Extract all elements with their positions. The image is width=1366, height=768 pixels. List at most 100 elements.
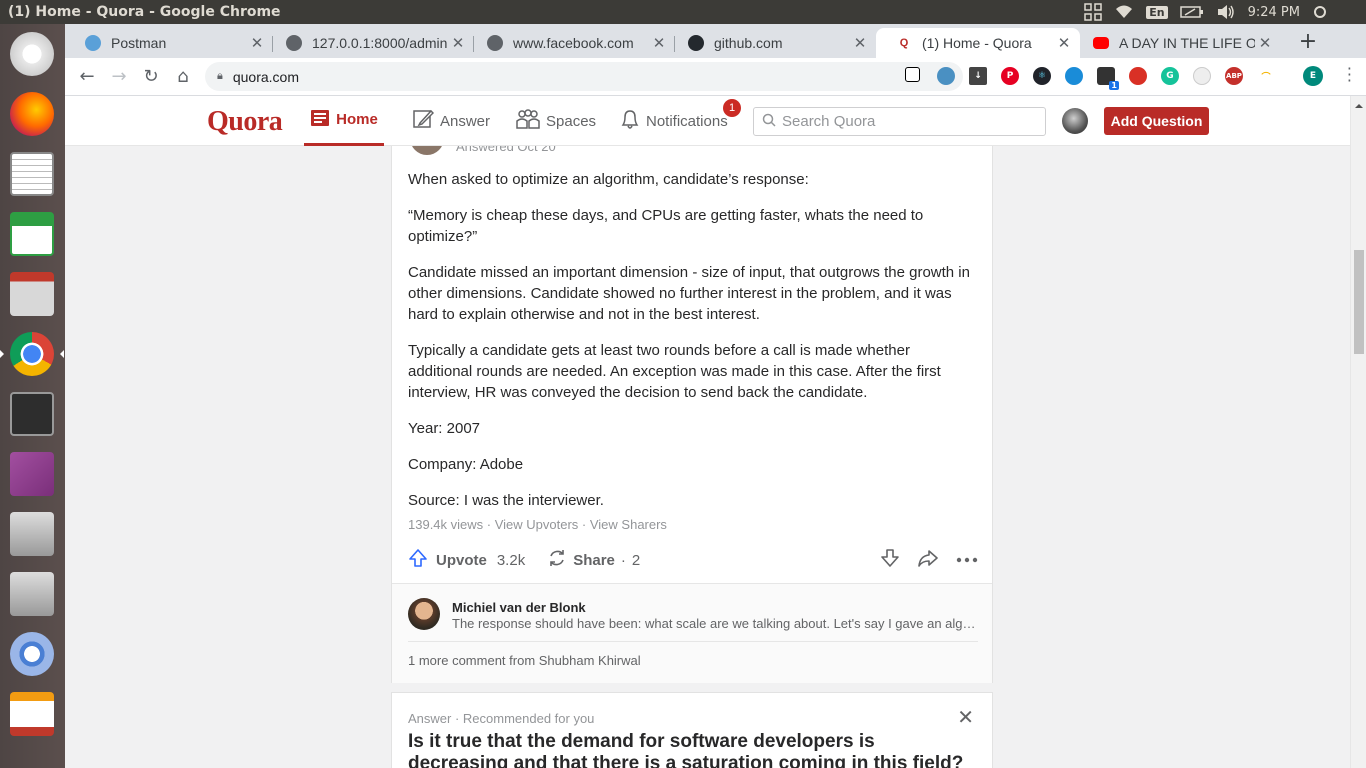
terminal-icon[interactable]	[6, 388, 58, 440]
quora-header: Quora Home Answer Spaces Notifications 1…	[65, 96, 1350, 146]
share-cycle-icon	[547, 548, 567, 572]
search-input[interactable]: Search Quora	[753, 107, 1046, 136]
view-upvoters-link[interactable]: View Upvoters	[495, 517, 579, 532]
extension-drop-icon[interactable]	[1065, 67, 1083, 85]
comment-text[interactable]: The response should have been: what scal…	[452, 616, 978, 631]
nav-home-label: Home	[336, 111, 378, 128]
tab-quora[interactable]: Q (1) Home - Quora ✕	[876, 28, 1080, 58]
answer-paragraph: Company: Adobe	[408, 456, 524, 473]
extension-cube-icon[interactable]	[905, 67, 920, 82]
browser-menu-icon[interactable]: · · ·	[1347, 61, 1352, 89]
adblock-plus-icon[interactable]: ABP	[1225, 67, 1243, 85]
address-bar[interactable]: 🔒︎ quora.com ☆	[205, 62, 963, 91]
scroll-up-arrow-icon[interactable]	[1355, 100, 1363, 108]
back-icon[interactable]: ←	[71, 61, 103, 93]
close-icon[interactable]: ✕	[649, 34, 669, 52]
pinterest-icon[interactable]: P	[1001, 67, 1019, 85]
answer-paragraph: “Memory is cheap these days, and CPUs ar…	[408, 207, 924, 245]
view-sharers-link[interactable]: View Sharers	[590, 517, 667, 532]
extension-circle-icon[interactable]	[1193, 67, 1211, 85]
more-comments-link[interactable]: 1 more comment from Shubham Khirwal	[408, 653, 641, 668]
extension-badge-icon[interactable]: 1	[1097, 67, 1119, 90]
upvote-button[interactable]: Upvote 3.2k	[408, 548, 525, 572]
notifications-count-badge: 1	[723, 99, 741, 117]
url-text[interactable]: quora.com	[233, 69, 939, 85]
battery-icon[interactable]	[1179, 5, 1204, 19]
tab-title: A DAY IN THE LIFE O	[1119, 35, 1255, 51]
extension-hand-icon[interactable]	[1129, 67, 1147, 85]
drive-icon[interactable]	[6, 568, 58, 620]
forward-icon[interactable]: →	[103, 61, 135, 93]
volume-icon[interactable]	[1216, 4, 1236, 20]
tab-admin[interactable]: 127.0.0.1:8000/admin ✕	[266, 28, 474, 58]
tab-facebook[interactable]: www.facebook.com ✕	[467, 28, 675, 58]
tab-github[interactable]: github.com ✕	[668, 28, 876, 58]
grammarly-icon[interactable]: G	[1161, 67, 1179, 85]
extension-rainbow-icon[interactable]: ⌒	[1257, 67, 1275, 85]
browser-tab-strip: Postman ✕ 127.0.0.1:8000/admin ✕ www.fac…	[65, 24, 1366, 58]
pencil-square-icon	[412, 108, 435, 134]
file-manager-icon[interactable]	[6, 268, 58, 320]
nav-home[interactable]: Home	[304, 96, 384, 146]
tab-youtube[interactable]: A DAY IN THE LIFE O ✕	[1073, 28, 1281, 58]
answer-actions: Upvote 3.2k Share · 2	[408, 545, 978, 575]
keyboard-layout-indicator[interactable]: En	[1146, 5, 1168, 19]
share-button[interactable]: Share · 2	[547, 548, 640, 572]
extension-globe-icon[interactable]	[937, 67, 955, 85]
answer-paragraph: When asked to optimize an algorithm, can…	[408, 171, 809, 188]
tab-title: 127.0.0.1:8000/admin	[312, 35, 448, 51]
forward-share-icon[interactable]	[918, 548, 938, 572]
firefox-icon[interactable]	[6, 88, 58, 140]
close-icon[interactable]: ✕	[1255, 34, 1275, 52]
home-icon[interactable]: ⌂	[167, 61, 199, 93]
tab-title: (1) Home - Quora	[922, 35, 1032, 51]
new-tab-button[interactable]: +	[1293, 28, 1323, 58]
chromium-icon[interactable]	[6, 628, 58, 680]
more-options-icon[interactable]	[956, 552, 978, 569]
tab-title: github.com	[714, 35, 783, 51]
nav-notifications[interactable]: Notifications	[620, 96, 728, 146]
dismiss-close-icon[interactable]: ✕	[957, 705, 974, 730]
reload-icon[interactable]: ↻	[135, 61, 167, 93]
lock-icon[interactable]: 🔒︎	[217, 70, 223, 83]
comments-section: Michiel van der Blonk The response shoul…	[392, 583, 992, 683]
home-feed-icon	[310, 108, 330, 132]
commenter-name[interactable]: Michiel van der Blonk	[452, 600, 586, 615]
drive-icon[interactable]	[6, 508, 58, 560]
upvote-arrow-icon	[408, 548, 428, 572]
comments-divider	[408, 641, 978, 642]
wifi-icon[interactable]	[1114, 4, 1134, 20]
apps-grid-icon[interactable]	[1084, 3, 1102, 21]
impress-icon[interactable]	[6, 688, 58, 740]
spreadsheet-icon[interactable]	[6, 208, 58, 260]
page-scrollbar[interactable]	[1350, 96, 1366, 768]
scrollbar-thumb[interactable]	[1354, 250, 1364, 354]
close-icon[interactable]: ✕	[448, 34, 468, 52]
text-editor-icon[interactable]	[6, 148, 58, 200]
add-question-button[interactable]: Add Question	[1104, 107, 1209, 135]
close-icon[interactable]: ✕	[247, 34, 267, 52]
commenter-avatar[interactable]	[408, 598, 440, 630]
extension-download-icon[interactable]: ↓	[969, 67, 987, 85]
nav-answer-label: Answer	[440, 112, 491, 130]
profile-avatar[interactable]: E	[1303, 66, 1323, 86]
user-avatar[interactable]	[1062, 108, 1088, 134]
recommended-question[interactable]: Is it true that the demand for software …	[408, 731, 968, 768]
chrome-icon[interactable]	[0, 328, 64, 380]
close-icon[interactable]: ✕	[1054, 34, 1074, 52]
nav-answer[interactable]: Answer	[412, 96, 490, 146]
answer-paragraph: Source: I was the interviewer.	[408, 492, 604, 509]
power-gear-icon[interactable]	[1312, 4, 1328, 20]
nav-spaces[interactable]: Spaces	[516, 96, 596, 146]
tab-postman[interactable]: Postman ✕	[65, 28, 273, 58]
globe-icon	[286, 35, 302, 51]
view-count: 139.4k views	[408, 517, 484, 532]
quora-logo[interactable]: Quora	[207, 106, 283, 138]
app-center-icon[interactable]	[6, 448, 58, 500]
downvote-icon[interactable]	[880, 548, 900, 572]
ubuntu-dash-icon[interactable]	[6, 28, 58, 80]
close-icon[interactable]: ✕	[850, 34, 870, 52]
clock[interactable]: 9:24 PM	[1248, 5, 1300, 20]
browser-toolbar: ← → ↻ ⌂ 🔒︎ quora.com ☆ ↓ P ⚛ 1 G ABP ⌒ E…	[65, 58, 1366, 96]
react-devtools-icon[interactable]: ⚛	[1033, 67, 1051, 85]
